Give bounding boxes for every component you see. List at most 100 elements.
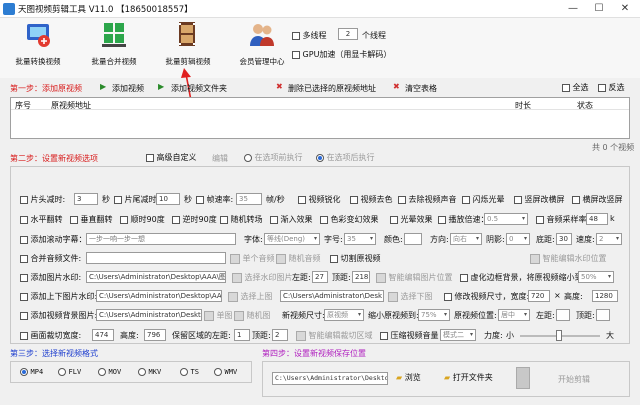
- multithread-checkbox[interactable]: [292, 31, 300, 40]
- top-image-path[interactable]: C:\Users\Administrator\Desktop\AA: [96, 290, 222, 302]
- shrink-select[interactable]: 75%: [418, 309, 450, 321]
- head-cut-input[interactable]: 3: [74, 193, 98, 205]
- smart-watermark-button[interactable]: 智能编辑水印位置: [530, 253, 607, 264]
- add-video-button[interactable]: 添加视频: [112, 83, 144, 94]
- bg-left-input[interactable]: [556, 309, 570, 321]
- blur-bg-option[interactable]: 虚化边框背景，将原视频缩小到:: [460, 272, 585, 283]
- after-option[interactable]: 在选项后执行: [316, 152, 375, 163]
- watermark-path-input[interactable]: C:\Users\Administrator\Desktop\AAA\图: [86, 271, 226, 283]
- advanced-option[interactable]: 高级自定义: [146, 152, 197, 163]
- format-mp4[interactable]: MP4: [20, 367, 43, 376]
- resize-option[interactable]: 修改视频尺寸，宽度:: [444, 291, 529, 302]
- random-image-button[interactable]: 随机图: [234, 310, 271, 321]
- format-wmv[interactable]: WMV: [214, 367, 237, 376]
- direction-select[interactable]: 向右: [450, 233, 482, 245]
- slice-video-option[interactable]: 切割原视频: [330, 253, 381, 264]
- format-flv[interactable]: FLV: [58, 367, 81, 376]
- head-cut-option[interactable]: 片头减时:: [20, 194, 65, 205]
- audio-rate-checkbox[interactable]: [536, 215, 544, 224]
- blur-bg-checkbox[interactable]: [460, 273, 468, 282]
- font-select[interactable]: 等线(Deng): [264, 233, 320, 245]
- format-mkv-radio[interactable]: [138, 367, 146, 376]
- tail-cut-checkbox[interactable]: [114, 195, 122, 204]
- delete-selected-button[interactable]: 删除已选择的原视频地址: [288, 83, 376, 94]
- col-index[interactable]: 序号: [15, 100, 31, 111]
- light-checkbox[interactable]: [390, 215, 398, 224]
- resize-checkbox[interactable]: [444, 292, 452, 301]
- format-ts[interactable]: TS: [180, 367, 199, 376]
- col-duration[interactable]: 时长: [515, 100, 531, 111]
- cw90-option[interactable]: 顺时90度: [120, 214, 165, 225]
- remove-audio-option[interactable]: 去除视频声音: [398, 194, 457, 205]
- random-transition-checkbox[interactable]: [220, 215, 228, 224]
- add-folder-button[interactable]: 添加视频文件夹: [171, 83, 227, 94]
- sharpen-checkbox[interactable]: [298, 195, 306, 204]
- head-cut-checkbox[interactable]: [20, 195, 28, 204]
- bg-image-checkbox[interactable]: [20, 311, 28, 320]
- bg-image-path[interactable]: C:\Users\Administrator\Desktop\A: [96, 309, 202, 321]
- start-clip-button[interactable]: 开始剪辑: [558, 374, 590, 385]
- open-folder-button[interactable]: ▰ 打开文件夹: [444, 372, 493, 383]
- strength-slider-thumb[interactable]: [556, 330, 562, 341]
- crop-checkbox[interactable]: [20, 331, 28, 340]
- decolor-checkbox[interactable]: [350, 195, 358, 204]
- vflip-checkbox[interactable]: [70, 215, 78, 224]
- v-to-h-option[interactable]: 竖屏改横屏: [514, 194, 565, 205]
- save-path-input[interactable]: C:\Users\Administrator\Desktop: [272, 372, 388, 385]
- speed-checkbox[interactable]: [438, 215, 446, 224]
- speed-option[interactable]: 播放倍速：: [438, 214, 489, 225]
- fade-option[interactable]: 渐入效果: [270, 214, 313, 225]
- sharpen-option[interactable]: 视频锐化: [298, 194, 341, 205]
- slice-video-checkbox[interactable]: [330, 254, 338, 263]
- scroll-subtitle-checkbox[interactable]: [20, 235, 28, 244]
- fps-input[interactable]: 35: [236, 193, 262, 205]
- crop-height-input[interactable]: 796: [144, 329, 166, 341]
- bottom-input[interactable]: 30: [556, 233, 572, 245]
- invert-option[interactable]: 反选: [598, 82, 625, 93]
- after-radio[interactable]: [316, 153, 324, 162]
- select-watermark-button[interactable]: 选择水印图片: [232, 272, 293, 283]
- ccw90-option[interactable]: 逆时90度: [172, 214, 217, 225]
- close-button[interactable]: ✕: [612, 0, 638, 18]
- wm-top-input[interactable]: 218: [352, 271, 370, 283]
- scroll-subtitle-option[interactable]: 添加滚动字幕：: [20, 234, 87, 245]
- wm-left-input[interactable]: 27: [312, 271, 328, 283]
- batch-merge-button[interactable]: 批量合并视频: [84, 20, 144, 76]
- col-path[interactable]: 原视频地址: [51, 100, 91, 111]
- speed-select[interactable]: 0.5: [484, 213, 528, 225]
- h-to-v-option[interactable]: 横屏改竖屏: [572, 194, 623, 205]
- decolor-option[interactable]: 视频去色: [350, 194, 393, 205]
- scroll-speed-select[interactable]: 2: [596, 233, 622, 245]
- select-all-checkbox[interactable]: [562, 83, 570, 92]
- video-table[interactable]: 序号 原视频地址 时长 状态: [10, 97, 630, 139]
- col-status[interactable]: 状态: [577, 100, 593, 111]
- ccw90-checkbox[interactable]: [172, 215, 180, 224]
- multithread-option[interactable]: 多线程: [292, 30, 327, 41]
- single-image-button[interactable]: 单图: [204, 310, 233, 321]
- bg-top-input[interactable]: [596, 309, 610, 321]
- v-to-h-checkbox[interactable]: [514, 195, 522, 204]
- color-picker[interactable]: [404, 233, 422, 245]
- format-ts-radio[interactable]: [180, 367, 188, 376]
- merge-audio-path[interactable]: [86, 252, 226, 264]
- compress-checkbox[interactable]: [380, 331, 388, 340]
- mode-select[interactable]: 模式二: [440, 329, 476, 341]
- watermark-option[interactable]: 添加图片水印:: [20, 272, 81, 283]
- audio-rate-input[interactable]: 48: [586, 213, 608, 225]
- format-flv-radio[interactable]: [58, 367, 66, 376]
- height-input[interactable]: 1280: [592, 290, 618, 302]
- fps-option[interactable]: 帧速率:: [196, 194, 233, 205]
- format-mov[interactable]: MOV: [98, 367, 121, 376]
- compress-option[interactable]: 压缩视频音量: [380, 330, 439, 341]
- bottom-image-path[interactable]: C:\Users\Administrator\Desk: [280, 290, 384, 302]
- hflip-checkbox[interactable]: [20, 215, 28, 224]
- select-bottom-image-button[interactable]: 选择下图: [388, 291, 433, 302]
- flash-checkbox[interactable]: [462, 195, 470, 204]
- smart-crop-button[interactable]: 智能编辑裁切区域: [296, 330, 373, 341]
- minimize-button[interactable]: —: [560, 0, 586, 18]
- tail-cut-input[interactable]: 10: [156, 193, 180, 205]
- bg-image-option[interactable]: 添加视频背景图片:: [20, 310, 97, 321]
- member-center-button[interactable]: 会员管理中心: [232, 20, 292, 76]
- merge-audio-checkbox[interactable]: [20, 254, 28, 263]
- format-mkv[interactable]: MKV: [138, 367, 161, 376]
